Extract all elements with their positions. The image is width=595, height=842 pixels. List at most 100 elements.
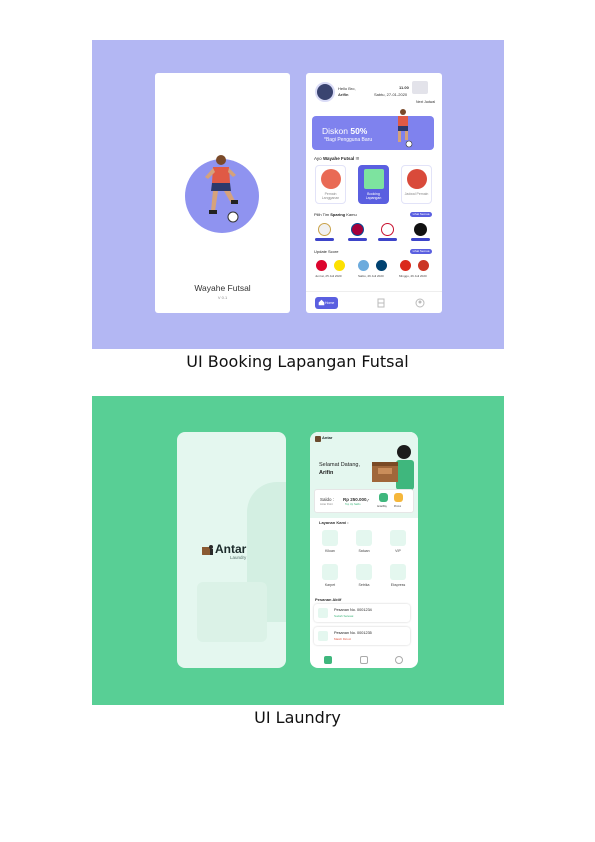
- next-schedule-label: Next Jadwal: [416, 100, 436, 104]
- order-card[interactable]: Pesanan No. 0001235 Masih Dicuci: [314, 627, 410, 645]
- brand-name: Antar: [215, 542, 247, 556]
- menu-card-booking-lapangan[interactable]: Booking Lapangan: [358, 165, 389, 204]
- menu-card-pemain-langganan[interactable]: Pemain Langganan: [315, 165, 346, 204]
- footballer-illustration: [205, 155, 239, 223]
- laundry-caption: UI Laundry: [254, 708, 341, 727]
- match-date: Jum'at, 25 Juli 2020: [315, 274, 342, 278]
- menu-card-label: Booking Lapangan: [365, 192, 382, 201]
- footballer-icon: [398, 109, 413, 148]
- delivery-truck-icon[interactable]: [390, 564, 406, 580]
- scale-icon[interactable]: [322, 530, 338, 546]
- match-team-psg-icon: [376, 260, 387, 271]
- futsal-home-screen: Hello Bro, Arifin 11.00 Sabtu, 27-01-202…: [306, 73, 442, 313]
- order-card[interactable]: Pesanan No. 0001234 Sudah Selesai: [314, 604, 410, 622]
- discount-banner[interactable]: Diskon 50% *Bagi Pengguna Baru: [312, 109, 434, 150]
- service-label-setrika: Setrika: [358, 583, 370, 587]
- nav-profile-icon[interactable]: [395, 656, 403, 664]
- stadium-nav-icon[interactable]: [376, 298, 386, 308]
- service-label-kiloan: Kiloan: [325, 549, 335, 553]
- welcome-text: Selamat Datang,: [319, 462, 360, 468]
- brand-name: Antar: [322, 435, 333, 440]
- banner-title: Diskon 50%: [322, 126, 368, 136]
- menu-card-label: Jadwal Pemain: [404, 192, 429, 196]
- user-name: Arifin: [338, 92, 349, 97]
- avatar[interactable]: [315, 82, 335, 102]
- pay-a-label: AntarPay: [377, 505, 387, 508]
- decorative-shape: [197, 582, 267, 642]
- futsal-showcase-panel: Wayahe Futsal V 0.1 Hello Bro, Arifin 11…: [92, 40, 504, 349]
- user-name: Arifin: [319, 470, 334, 476]
- greeting-text: Hello Bro,: [338, 86, 356, 91]
- menu-card-jadwal-pemain[interactable]: Jadwal Pemain: [401, 165, 432, 204]
- courier-box-icon: [202, 545, 213, 555]
- schedule-time: 11.00: [399, 85, 409, 90]
- app-version: V 0.1: [217, 295, 228, 300]
- club-badge-barcelona-icon[interactable]: [351, 223, 364, 236]
- futsal-caption: UI Booking Lapangan Futsal: [186, 352, 409, 371]
- carpet-icon[interactable]: [322, 564, 338, 580]
- section-sparing-title: Pilih Tim Sparing Kamu: [314, 212, 357, 217]
- brand-logo-icon: [315, 436, 321, 442]
- club-name-bar: [315, 238, 334, 241]
- balance-card: Saldo : Rp 250.000,- Antar Point Top Up …: [314, 489, 414, 513]
- laundry-showcase-panel: Antar Laundry Antar Selamat Datang, Arif…: [92, 396, 504, 705]
- club-badge-liverpool-icon[interactable]: [381, 223, 394, 236]
- section-play-title: Ayo Wayahe Futsal !!!: [314, 156, 360, 161]
- service-label-vip: VIP: [395, 549, 401, 553]
- player-group-icon: [321, 169, 341, 189]
- laundry-splash-screen: Antar Laundry: [177, 432, 286, 668]
- washing-machine-icon: [318, 608, 328, 618]
- service-label-karpet: Karpet: [324, 583, 336, 587]
- menu-card-label: Pemain Langganan: [321, 192, 340, 201]
- dress-icon[interactable]: [390, 530, 406, 546]
- match-team-mancity-icon: [358, 260, 369, 271]
- services-title: Layanan Kami :: [319, 520, 349, 525]
- points-label: Antar Point: [320, 503, 333, 506]
- top-up-link[interactable]: Top Up Saldo: [345, 503, 361, 506]
- match-team-bayern-icon: [316, 260, 327, 271]
- service-label-ekspress: Ekspress: [390, 583, 406, 587]
- app-name: Wayahe Futsal: [194, 283, 251, 293]
- banner-subtitle: *Bagi Pengguna Baru: [324, 137, 373, 143]
- iron-icon[interactable]: [356, 564, 372, 580]
- balance-label: Saldo :: [320, 497, 335, 502]
- club-name-bar: [348, 238, 367, 241]
- order-title: Pesanan No. 0001234: [334, 608, 372, 612]
- nav-home-icon[interactable]: [324, 656, 332, 664]
- order-title: Pesanan No. 0001235: [334, 631, 372, 635]
- laundry-home-screen: Antar Selamat Datang, Arifin Saldo : Rp …: [310, 432, 418, 668]
- schedule-date: Sabtu, 27-01-2020: [374, 92, 408, 97]
- match-date: Minggu, 26 Juli 2020: [399, 274, 427, 278]
- brand-subtitle: Laundry: [230, 555, 247, 560]
- match-date: Sabtu, 26 Juli 2020: [358, 274, 384, 278]
- club-badge-real-madrid-icon[interactable]: [318, 223, 331, 236]
- score-see-all-button[interactable]: Lihat Semua: [410, 249, 432, 254]
- wallet-icon[interactable]: [379, 493, 388, 502]
- home-icon: [318, 299, 325, 306]
- courier-illustration: [372, 445, 414, 490]
- service-label-satuan: Satuan: [358, 549, 370, 553]
- order-status: Masih Dicuci: [334, 637, 352, 641]
- pay-b-label: Promo: [394, 505, 402, 508]
- update-score-title: Update Score: [314, 249, 339, 254]
- nav-orders-icon[interactable]: [360, 656, 368, 664]
- shirt-icon[interactable]: [356, 530, 372, 546]
- order-status: Sudah Selesai: [334, 614, 354, 618]
- washing-machine-icon: [318, 631, 328, 641]
- profile-nav-icon[interactable]: [415, 298, 425, 308]
- sparing-see-all-button[interactable]: Lihat Semua: [410, 212, 432, 217]
- active-orders-title: Pesanan Aktif: [315, 597, 342, 602]
- balance-value: Rp 250.000,-: [343, 497, 370, 502]
- club-badge-juventus-icon[interactable]: [414, 223, 427, 236]
- nav-home-button[interactable]: Home: [315, 297, 338, 309]
- match-team-dortmund-icon: [334, 260, 345, 271]
- futsal-splash-screen: Wayahe Futsal V 0.1: [155, 73, 290, 313]
- nav-home-label: Home: [325, 301, 335, 305]
- match-team-atletico-icon: [418, 260, 429, 271]
- schedule-icon: [407, 169, 427, 189]
- stadium-icon[interactable]: [412, 81, 428, 94]
- club-name-bar: [378, 238, 397, 241]
- club-name-bar: [411, 238, 430, 241]
- match-team-manutd-icon: [400, 260, 411, 271]
- promo-icon[interactable]: [394, 493, 403, 502]
